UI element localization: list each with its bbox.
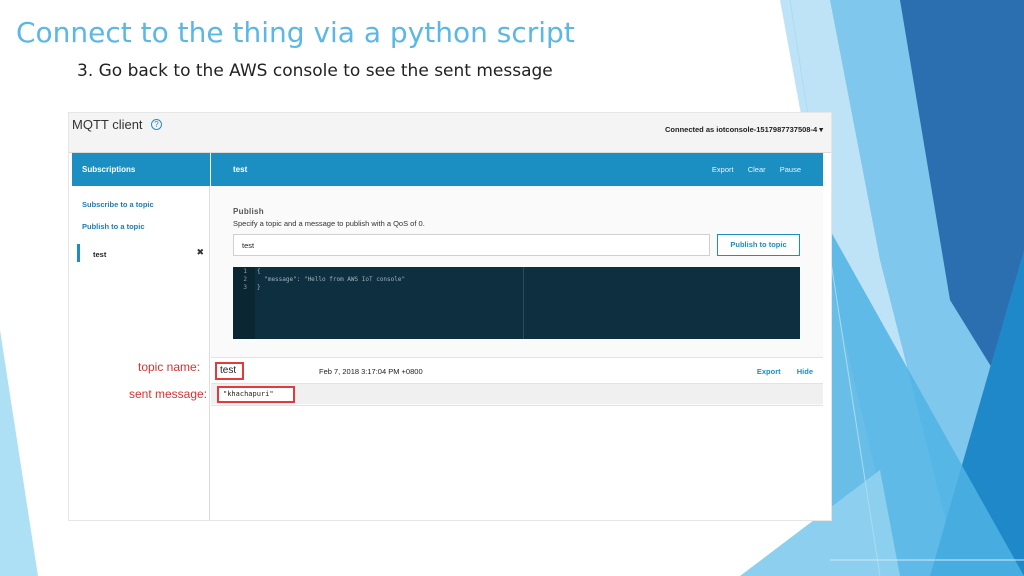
message-editor[interactable]: 1 2 3 { "message": "Hello from AWS IoT c… [233,267,800,339]
publish-topic-input[interactable]: test [233,234,710,256]
export-button[interactable]: Export [712,165,734,174]
subscribe-to-topic-link[interactable]: Subscribe to a topic [82,200,154,209]
pause-button[interactable]: Pause [780,165,801,174]
subscription-topic-label: test [93,250,107,259]
message-actions: Export Hide [743,367,813,376]
publish-title: Publish [233,207,264,216]
help-icon[interactable]: ? [151,119,162,130]
code-line: "message": "Hello from AWS IoT console" [257,276,406,283]
clear-button[interactable]: Clear [748,165,766,174]
topic-name-annotation: topic name: [138,360,201,374]
sent-message-annotation: sent message: [129,387,208,401]
mqtt-header: MQTT client ? Connected as iotconsole-15… [69,113,831,153]
topic-header: test Export Clear Pause [211,153,823,186]
publish-description: Specify a topic and a message to publish… [233,219,425,228]
subscription-item-test[interactable]: test ✖ [77,244,207,262]
topic-header-actions: Export Clear Pause [700,165,801,174]
subscriptions-sidebar: Subscriptions Subscribe to a topic Publi… [72,153,210,520]
editor-divider [523,267,524,339]
publish-to-topic-button[interactable]: Publish to topic [717,234,800,256]
aws-console-screenshot: MQTT client ? Connected as iotconsole-15… [68,112,832,521]
publish-to-topic-link[interactable]: Publish to a topic [82,222,145,231]
message-timestamp: Feb 7, 2018 3:17:04 PM +0800 [319,367,423,376]
message-payload-area: "khachapuri" [211,384,823,404]
close-icon[interactable]: ✖ [196,247,204,258]
slide-subtitle: 3. Go back to the AWS console to see the… [77,61,553,81]
line-number: 1 [243,268,247,275]
line-number-gutter: 1 2 3 [233,267,255,339]
subscriptions-header-label: Subscriptions [82,165,136,174]
message-export-button[interactable]: Export [757,367,781,376]
main-panel: Publish Specify a topic and a message to… [211,186,823,520]
mqtt-client-title: MQTT client [72,117,143,132]
message-list-empty-area [211,405,823,520]
line-number: 3 [243,284,247,291]
selected-indicator [77,244,80,262]
message-payload-highlight: "khachapuri" [217,386,295,403]
subscriptions-header: Subscriptions [72,153,210,186]
connection-status[interactable]: Connected as iotconsole-1517987737508-4 … [665,125,823,134]
slide-title: Connect to the thing via a python script [16,16,575,49]
topic-header-title: test [233,165,248,174]
received-message-header: test Feb 7, 2018 3:17:04 PM +0800 Export… [211,357,823,384]
line-number: 2 [243,276,247,283]
message-hide-button[interactable]: Hide [797,367,813,376]
message-topic-highlight: test [215,362,244,380]
code-content: { "message": "Hello from AWS IoT console… [257,268,405,292]
code-line: { [257,268,261,275]
code-line: } [257,284,261,291]
